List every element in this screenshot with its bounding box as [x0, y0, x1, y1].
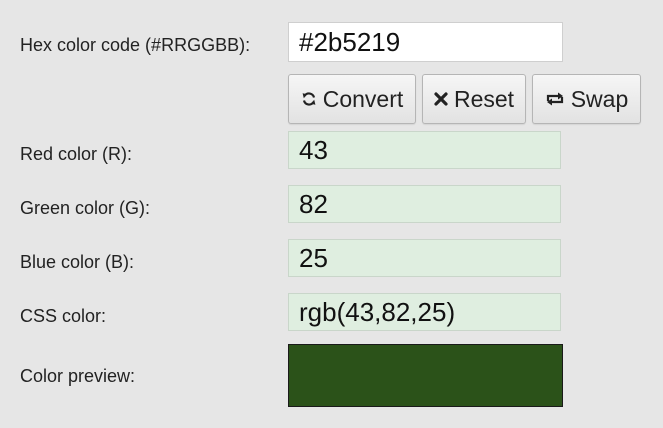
color-preview-label: Color preview:	[20, 366, 136, 386]
reset-button[interactable]: Reset	[422, 74, 526, 124]
blue-output[interactable]: 25	[288, 239, 561, 277]
css-color-output[interactable]: rgb(43,82,25)	[288, 293, 561, 331]
red-label: Red color (R):	[20, 144, 133, 164]
hex-input[interactable]	[288, 22, 563, 62]
convert-button[interactable]: Convert	[288, 74, 416, 124]
reset-label: Reset	[453, 85, 515, 112]
css-color-label: CSS color:	[20, 306, 107, 326]
hex-label: Hex color code (#RRGGBB):	[20, 35, 251, 55]
refresh-icon	[301, 91, 317, 107]
swap-button[interactable]: Swap	[532, 74, 641, 124]
close-icon	[434, 92, 448, 106]
green-label: Green color (G):	[20, 198, 151, 218]
hex-to-rgb-converter: Hex color code (#RRGGBB): Convert Reset	[0, 0, 663, 428]
swap-icon	[545, 91, 565, 107]
blue-label: Blue color (B):	[20, 252, 135, 272]
swap-label: Swap	[570, 85, 629, 112]
convert-label: Convert	[322, 85, 404, 112]
color-preview-swatch	[288, 344, 563, 407]
red-output[interactable]: 43	[288, 131, 561, 169]
green-output[interactable]: 82	[288, 185, 561, 223]
